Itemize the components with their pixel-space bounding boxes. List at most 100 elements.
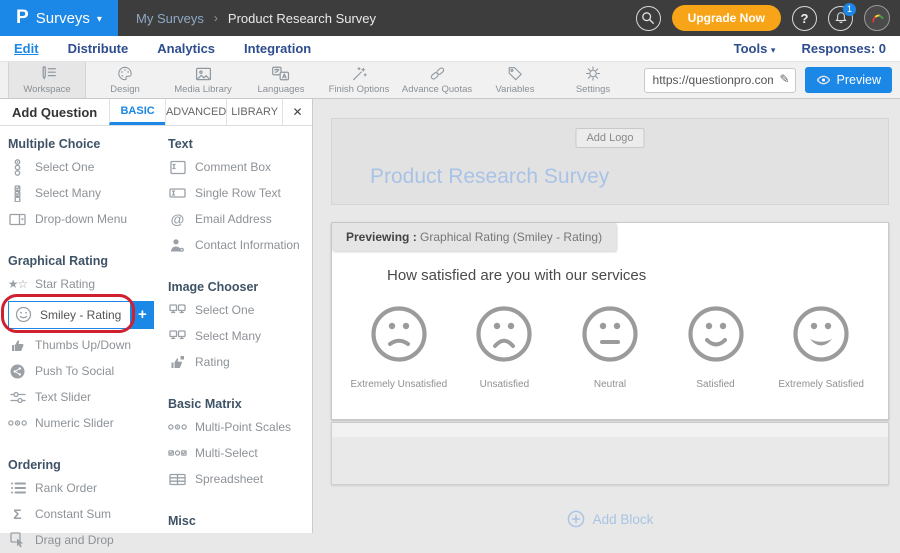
search-button[interactable] <box>636 6 661 31</box>
question-type-constant-sum[interactable]: Σ Constant Sum <box>0 501 160 527</box>
question-types-col-1: Multiple Choice Select One Select Ma <box>0 126 160 553</box>
radio-stack-icon <box>8 159 27 176</box>
question-type-email-address[interactable]: @ Email Address <box>160 206 312 232</box>
tab-library[interactable]: LIBRARY <box>226 99 282 125</box>
toolbar-media-library[interactable]: Media Library <box>164 62 242 98</box>
chain-links-icon <box>428 65 447 82</box>
tab-integration[interactable]: Integration <box>244 41 311 56</box>
notifications-button[interactable]: 1 <box>828 6 853 31</box>
question-type-image-rating[interactable]: Rating <box>160 349 312 375</box>
question-type-star-rating[interactable]: ★☆ Star Rating <box>0 271 160 297</box>
toolbar-workspace[interactable]: Workspace <box>8 62 86 98</box>
question-type-image-select-one[interactable]: Select One <box>160 297 312 323</box>
close-panel-button[interactable]: ✕ <box>282 99 312 125</box>
help-button[interactable]: ? <box>792 6 817 31</box>
search-icon <box>641 11 655 25</box>
rank-order-icon <box>8 481 27 495</box>
smiley-rating-box[interactable]: Smiley - Rating + <box>8 301 154 329</box>
question-type-text-slider[interactable]: Text Slider <box>0 384 160 410</box>
add-logo-button[interactable]: Add Logo <box>575 128 644 148</box>
question-type-push-to-social[interactable]: Push To Social <box>0 358 160 384</box>
question-type-image-select-many[interactable]: Select Many <box>160 323 312 349</box>
checkbox-stack-icon <box>8 185 27 202</box>
block-footer-strip <box>331 422 889 485</box>
image-pair-icon <box>168 330 187 343</box>
question-preview-card: Previewing : Graphical Rating (Smiley - … <box>331 222 889 420</box>
toolbar-label: Workspace <box>23 84 70 95</box>
breadcrumb-my-surveys[interactable]: My Surveys <box>136 11 204 26</box>
question-type-label: Select Many <box>35 186 101 200</box>
survey-title[interactable]: Product Research Survey <box>370 165 609 189</box>
question-type-dropdown-menu[interactable]: Drop-down Menu <box>0 206 160 232</box>
comment-box-icon <box>168 160 187 175</box>
question-type-rank-order[interactable]: Rank Order <box>0 475 160 501</box>
add-block-button[interactable]: Add Block <box>331 510 889 528</box>
toolbar-variables[interactable]: Variables <box>476 62 554 98</box>
star-rating-icon: ★☆ <box>8 277 27 291</box>
question-type-label: Smiley - Rating <box>33 308 131 322</box>
upgrade-now-button[interactable]: Upgrade Now <box>672 5 781 31</box>
question-type-multi-select[interactable]: Multi-Select <box>160 440 312 466</box>
edit-url-icon[interactable]: ✎ <box>779 72 789 86</box>
tab-distribute[interactable]: Distribute <box>68 41 129 56</box>
toolbar-settings[interactable]: Settings <box>554 62 632 98</box>
tab-edit[interactable]: Edit <box>14 41 39 56</box>
toolbar-advance-quotas[interactable]: Advance Quotas <box>398 62 476 98</box>
editor-toolbar: Workspace Design Media Library Languages… <box>0 62 900 99</box>
question-type-label: Multi-Select <box>195 446 258 460</box>
option-neutral[interactable]: Neutral <box>557 303 663 390</box>
question-type-label: Select One <box>195 303 254 317</box>
responses-count[interactable]: Responses: 0 <box>801 41 886 56</box>
option-label: Unsatisfied <box>480 379 529 390</box>
question-type-label: Constant Sum <box>35 507 111 521</box>
smiley-neutral-icon <box>579 303 641 365</box>
survey-url-input[interactable] <box>644 68 796 93</box>
magic-wand-icon <box>350 65 368 82</box>
tag-icon <box>506 65 524 82</box>
question-type-contact-information[interactable]: Contact Information <box>160 232 312 258</box>
account-avatar[interactable] <box>864 5 890 31</box>
survey-header-block[interactable]: Add Logo Product Research Survey <box>331 118 889 205</box>
toolbar-right: ✎ Preview <box>644 62 900 98</box>
question-type-label: Select Many <box>195 329 261 343</box>
add-smiley-question-button[interactable]: + <box>130 301 154 329</box>
spreadsheet-icon <box>168 473 187 486</box>
question-type-smiley-rating-selected[interactable]: Smiley - Rating + <box>0 299 160 330</box>
question-type-spreadsheet[interactable]: Spreadsheet <box>160 466 312 492</box>
section-ordering: Ordering <box>8 458 160 472</box>
image-icon <box>194 66 213 82</box>
question-type-select-one[interactable]: Select One <box>0 154 160 180</box>
toolbar-finish-options[interactable]: Finish Options <box>320 62 398 98</box>
previewing-tab: Previewing : Graphical Rating (Smiley - … <box>332 223 616 251</box>
question-type-numeric-slider[interactable]: Numeric Slider <box>0 410 160 436</box>
question-type-multi-point-scales[interactable]: Multi-Point Scales <box>160 414 312 440</box>
question-type-drag-and-drop[interactable]: Drag and Drop <box>0 527 160 553</box>
option-satisfied[interactable]: Satisfied <box>663 303 769 390</box>
toolbar-label: Advance Quotas <box>402 84 472 95</box>
question-type-select-many[interactable]: Select Many <box>0 180 160 206</box>
question-type-label: Spreadsheet <box>195 472 263 486</box>
tools-menu[interactable]: Tools ▾ <box>734 41 776 56</box>
drag-drop-icon <box>8 532 27 548</box>
toolbar-languages[interactable]: Languages <box>242 62 320 98</box>
share-icon <box>8 364 27 379</box>
thumb-rating-icon <box>168 355 187 369</box>
question-type-label: Contact Information <box>195 238 300 252</box>
app-switcher[interactable]: P Surveys ▾ <box>0 0 118 36</box>
tab-basic[interactable]: BASIC <box>109 99 165 125</box>
option-extremely-unsatisfied[interactable]: Extremely Unsatisfied <box>346 303 452 390</box>
preview-button[interactable]: Preview <box>805 67 892 93</box>
previewing-label: Previewing : <box>346 230 417 244</box>
tab-analytics[interactable]: Analytics <box>157 41 215 56</box>
option-label: Extremely Unsatisfied <box>350 379 447 390</box>
option-label: Extremely Satisfied <box>778 379 864 390</box>
question-type-comment-box[interactable]: Comment Box <box>160 154 312 180</box>
option-unsatisfied[interactable]: Unsatisfied <box>452 303 558 390</box>
toolbar-design[interactable]: Design <box>86 62 164 98</box>
tab-advanced[interactable]: ADVANCED <box>165 99 226 125</box>
question-type-single-row-text[interactable]: Single Row Text <box>160 180 312 206</box>
breadcrumb: My Surveys › Product Research Survey <box>136 11 376 26</box>
question-type-thumbs-up-down[interactable]: Thumbs Up/Down <box>0 332 160 358</box>
gauge-logo-icon <box>868 9 886 27</box>
option-extremely-satisfied[interactable]: Extremely Satisfied <box>768 303 874 390</box>
